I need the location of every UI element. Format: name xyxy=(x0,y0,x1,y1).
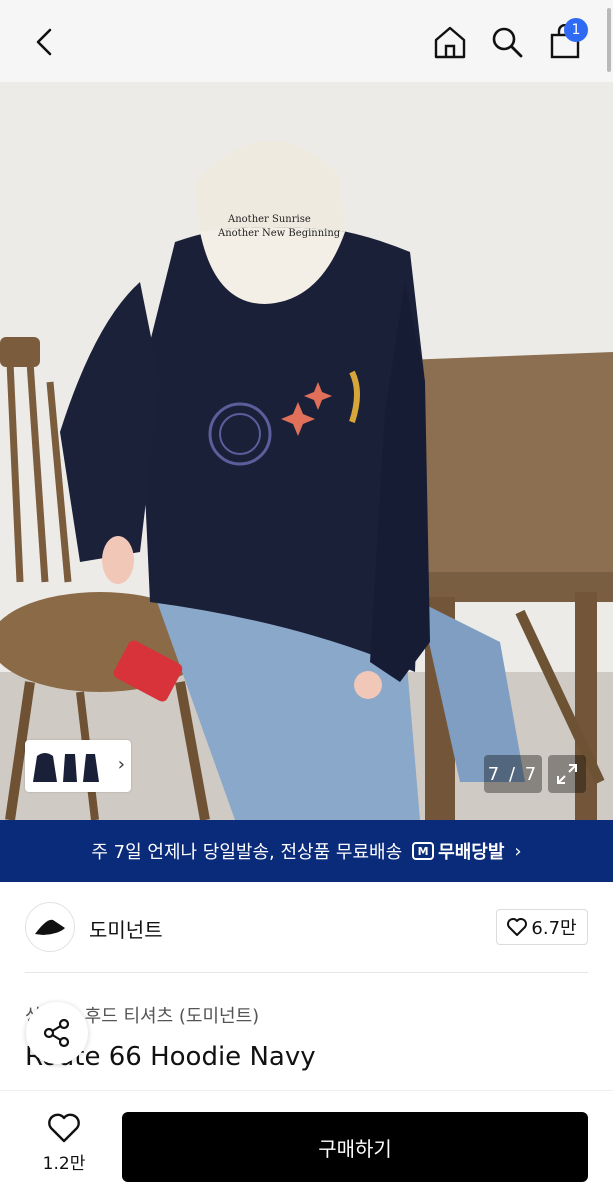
search-icon xyxy=(492,27,523,58)
cap-text-line2: Another New Beginning xyxy=(217,228,341,239)
wishlist-count: 1.2만 xyxy=(42,1154,86,1174)
wishlist-button[interactable]: 1.2만 xyxy=(28,1113,100,1174)
cart-button[interactable]: 1 xyxy=(545,18,588,64)
search-button[interactable] xyxy=(487,20,527,64)
free-delivery-logo: M 무배당발 xyxy=(412,838,504,864)
share-button[interactable] xyxy=(26,1002,88,1064)
brand-like-button[interactable]: 6.7만 xyxy=(496,909,588,945)
back-button[interactable] xyxy=(25,20,65,64)
divider xyxy=(25,972,588,973)
thumbnail-images xyxy=(31,748,109,784)
expand-icon xyxy=(557,764,577,784)
heart-icon xyxy=(507,918,528,936)
free-delivery-label: 무배당발 xyxy=(438,842,505,863)
m-logo-icon: M xyxy=(412,842,435,860)
brand-logo-icon xyxy=(35,919,65,935)
brand-like-count: 6.7만 xyxy=(531,918,577,939)
heart-icon xyxy=(48,1113,80,1143)
shipping-banner[interactable]: 주 7일 언제나 당일발송, 전상품 무료배송 M 무배당발 › xyxy=(0,820,613,882)
brand-row[interactable]: 도미넌트 6.7만 xyxy=(25,900,588,954)
share-icon xyxy=(43,1018,70,1048)
product-photo: Another Sunrise Another New Beginning xyxy=(0,82,613,820)
cap-text-line1: Another Sunrise xyxy=(227,214,311,225)
chevron-left-icon xyxy=(36,28,52,56)
bottom-action-bar: 1.2만 구매하기 xyxy=(0,1090,613,1201)
brand-logo[interactable] xyxy=(25,902,75,952)
banner-text: 주 7일 언제나 당일발송, 전상품 무료배송 xyxy=(91,842,403,863)
image-counter: 7 / 7 xyxy=(484,755,542,793)
banner-chevron: › xyxy=(514,840,522,862)
expand-button[interactable] xyxy=(548,755,586,793)
product-image-gallery[interactable]: Another Sunrise Another New Beginning › … xyxy=(0,82,613,820)
thumbnail-strip-button[interactable]: › xyxy=(25,740,131,792)
cart-count-badge: 1 xyxy=(564,18,588,42)
buy-button[interactable]: 구매하기 xyxy=(122,1112,588,1182)
top-navigation-bar: 1 xyxy=(0,0,613,82)
thumbnail-chevron: › xyxy=(117,754,125,775)
brand-name[interactable]: 도미넌트 xyxy=(89,914,163,943)
home-button[interactable] xyxy=(430,20,470,64)
scrollbar[interactable] xyxy=(607,8,611,72)
home-icon xyxy=(434,26,466,59)
